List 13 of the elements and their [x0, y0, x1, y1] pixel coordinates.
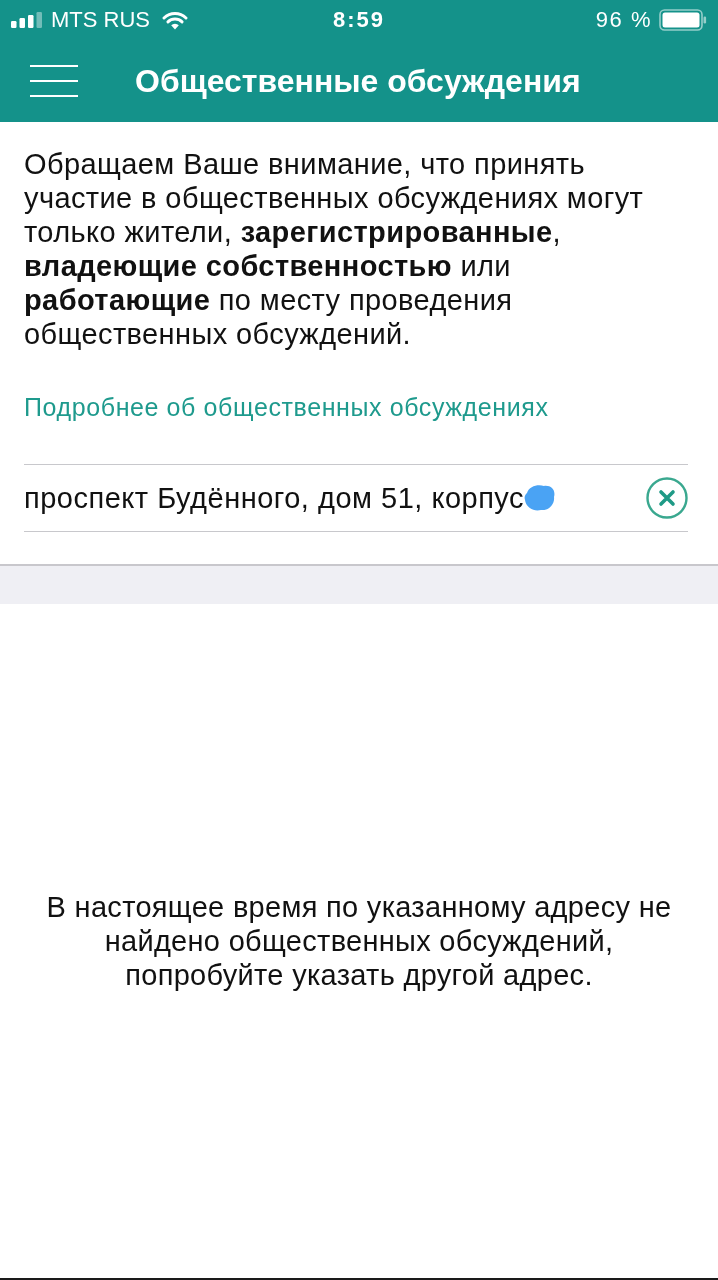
signal-icon: [11, 12, 43, 28]
redaction-icon: [524, 484, 557, 512]
status-time: 8:59: [332, 8, 385, 32]
menu-icon[interactable]: [30, 65, 78, 97]
wifi-icon: [162, 10, 188, 30]
address-field[interactable]: проспект Будённого, дом 51, корпус: [24, 464, 688, 532]
empty-state-message: В настоящее время по указанному адресу не найдено общественных обсуждений, попробуйте указать другой адрес.: [45, 890, 673, 992]
screen-title: Общественные обсуждения: [135, 62, 581, 100]
battery-icon: [659, 9, 707, 31]
clear-icon[interactable]: [646, 477, 688, 519]
battery-percent: 96 %: [595, 8, 652, 32]
notice-text: Обращаем Ваше внимание, что принять участие в общественных обсуждениях могут только жители, зарегистрированные, владеющие собственностью или работающие по месту проведения общественных обсуждений.: [24, 147, 645, 351]
carrier-name: MTS RUS: [51, 8, 150, 32]
